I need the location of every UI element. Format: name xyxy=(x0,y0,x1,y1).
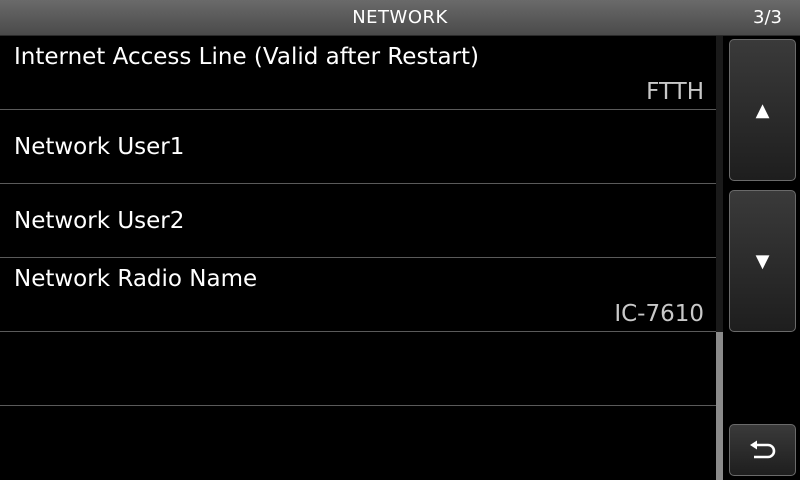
return-arrow-icon xyxy=(749,440,775,459)
up-arrow-icon: ▲ xyxy=(755,99,770,121)
screen-title: NETWORK xyxy=(352,7,448,28)
menu-item-internet-access-line[interactable]: Internet Access Line (Valid after Restar… xyxy=(0,36,716,110)
menu-item-network-user2[interactable]: Network User2 xyxy=(0,184,716,258)
scrollbar[interactable] xyxy=(716,36,723,480)
menu-item-label: Network User2 xyxy=(14,208,185,234)
down-arrow-icon: ▼ xyxy=(755,250,770,272)
title-bar: NETWORK 3/3 xyxy=(0,0,800,36)
back-button[interactable] xyxy=(729,424,796,476)
scrollbar-thumb[interactable] xyxy=(716,332,723,480)
menu-item-network-user1[interactable]: Network User1 xyxy=(0,110,716,184)
menu-item-value: IC-7610 xyxy=(614,301,704,327)
page-indicator: 3/3 xyxy=(753,7,782,28)
menu-item-label: Network Radio Name xyxy=(14,266,258,292)
scroll-up-button[interactable]: ▲ xyxy=(729,39,796,181)
menu-item-empty xyxy=(0,406,716,480)
scroll-down-button[interactable]: ▼ xyxy=(729,190,796,332)
menu-item-empty xyxy=(0,332,716,406)
menu-list: Internet Access Line (Valid after Restar… xyxy=(0,36,716,480)
menu-item-label: Internet Access Line (Valid after Restar… xyxy=(14,44,479,70)
menu-item-network-radio-name[interactable]: Network Radio Name IC-7610 xyxy=(0,258,716,332)
menu-item-label: Network User1 xyxy=(14,134,185,160)
menu-item-value: FTTH xyxy=(646,79,704,105)
